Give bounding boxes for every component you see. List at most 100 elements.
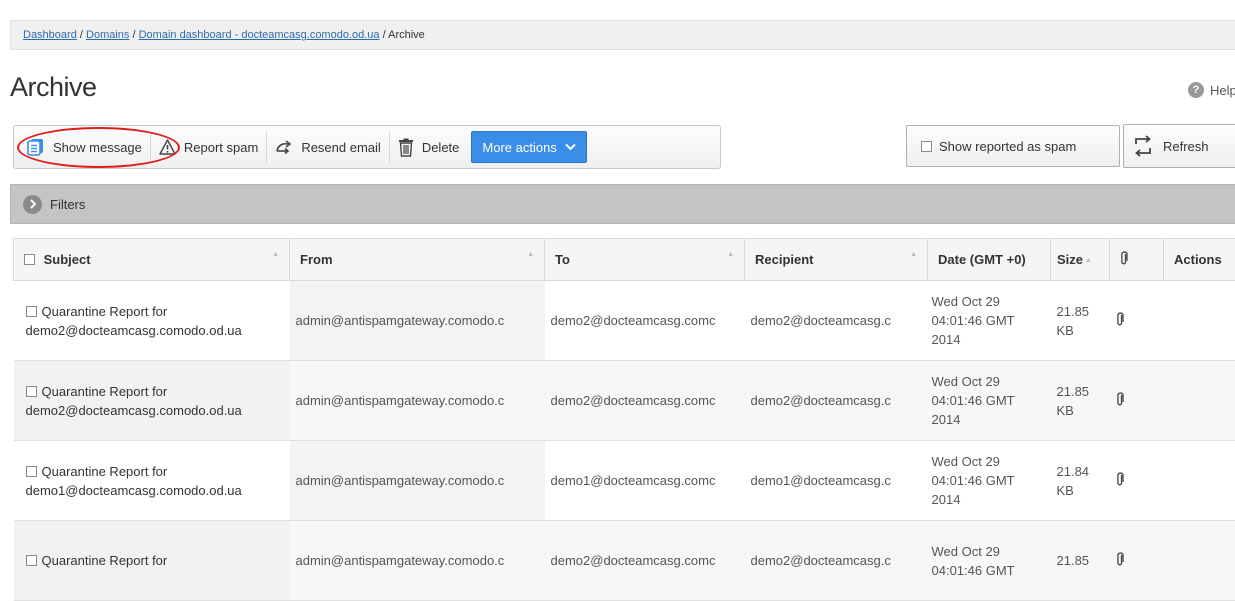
breadcrumb: Dashboard / Domains / Domain dashboard -… <box>10 20 1235 50</box>
size-unit: KB <box>1057 483 1074 498</box>
cell-to: demo2@docteamcasg.comc <box>545 281 745 361</box>
show-reported-spam-toggle[interactable]: Show reported as spam <box>906 125 1120 167</box>
column-header-date[interactable]: Date (GMT +0) <box>928 239 1051 281</box>
breadcrumb-separator: / <box>80 29 83 41</box>
sort-icon: ▲ <box>527 251 534 258</box>
help-label: Help <box>1210 83 1235 98</box>
cell-from: admin@antispamgateway.comodo.c <box>290 361 545 441</box>
breadcrumb-current: Archive <box>388 29 425 41</box>
column-label-date: Date (GMT +0) <box>938 252 1026 267</box>
subject-line-2: demo1@docteamcasg.comodo.od.ua <box>26 483 242 498</box>
column-header-size[interactable]: Size ▲ <box>1051 239 1110 281</box>
more-actions-label: More actions <box>482 140 556 155</box>
subject-line-2: demo2@docteamcasg.comodo.od.ua <box>26 403 242 418</box>
warning-icon <box>159 139 176 155</box>
date-line-3: 2014 <box>932 412 961 427</box>
column-header-actions: Actions <box>1164 239 1235 281</box>
date-line-2: 04:01:46 GMT <box>932 473 1015 488</box>
subject-line-1: Quarantine Report for <box>42 464 168 479</box>
archive-table: Subject ▲ From ▲ To ▲ Recipient ▲ Date (… <box>13 238 1235 601</box>
select-all-checkbox[interactable] <box>24 254 35 265</box>
cell-attachment[interactable] <box>1110 441 1164 521</box>
table-row[interactable]: Quarantine Report for demo2@docteamcasg.c… <box>14 281 1235 361</box>
cell-from: admin@antispamgateway.comodo.c <box>290 441 545 521</box>
size-value: 21.85 <box>1057 384 1090 399</box>
cell-actions <box>1164 361 1235 441</box>
paperclip-icon <box>1116 391 1124 407</box>
breadcrumb-link-domains[interactable]: Domains <box>86 29 129 41</box>
row-checkbox[interactable] <box>26 386 37 397</box>
sort-icon: ▲ <box>910 251 917 258</box>
breadcrumb-link-dashboard[interactable]: Dashboard <box>23 29 77 41</box>
date-line-1: Wed Oct 29 <box>932 374 1000 389</box>
cell-actions <box>1164 281 1235 361</box>
cell-to: demo2@docteamcasg.comc <box>545 361 745 441</box>
filters-bar[interactable]: Filters <box>10 184 1235 224</box>
breadcrumb-separator: / <box>132 29 135 41</box>
cell-subject: Quarantine Report for demo1@docteamcasg.c… <box>14 441 290 521</box>
show-message-label: Show message <box>53 140 142 155</box>
date-line-1: Wed Oct 29 <box>932 454 1000 469</box>
column-header-recipient[interactable]: Recipient ▲ <box>745 239 928 281</box>
help-icon: ? <box>1188 82 1204 98</box>
date-line-1: Wed Oct 29 <box>932 544 1000 559</box>
column-label-to: To <box>555 252 570 267</box>
page-title: Archive <box>10 72 97 103</box>
cell-attachment[interactable] <box>1110 361 1164 441</box>
cell-date: Wed Oct 29 04:01:46 GMT 2014 <box>928 441 1051 521</box>
date-line-1: Wed Oct 29 <box>932 294 1000 309</box>
subject-line-1: Quarantine Report for <box>42 384 168 399</box>
cell-to: demo1@docteamcasg.comc <box>545 441 745 521</box>
breadcrumb-link-domain-dashboard[interactable]: Domain dashboard - docteamcasg.comodo.od… <box>139 29 380 41</box>
column-header-from[interactable]: From ▲ <box>290 239 545 281</box>
chevron-down-icon <box>565 143 576 151</box>
table-header-row: Subject ▲ From ▲ To ▲ Recipient ▲ Date (… <box>14 239 1235 281</box>
row-checkbox[interactable] <box>26 466 37 477</box>
row-checkbox[interactable] <box>26 306 37 317</box>
filters-label: Filters <box>50 197 85 212</box>
cell-attachment[interactable] <box>1110 281 1164 361</box>
refresh-label: Refresh <box>1163 139 1209 154</box>
table-row[interactable]: Quarantine Report for demo2@docteamcasg.c… <box>14 361 1235 441</box>
sort-icon: ▲ <box>272 251 279 258</box>
message-icon <box>27 138 45 156</box>
cell-size: 21.84KB <box>1051 441 1110 521</box>
cell-recipient: demo1@docteamcasg.c <box>745 441 928 521</box>
help-link[interactable]: ? Help <box>1188 82 1235 98</box>
report-spam-label: Report spam <box>184 140 258 155</box>
column-label-size: Size <box>1057 252 1083 267</box>
paperclip-icon <box>1116 471 1124 487</box>
size-unit: KB <box>1057 403 1074 418</box>
table-row[interactable]: Quarantine Report for demo1@docteamcasg.c… <box>14 441 1235 521</box>
subject-line-2: demo2@docteamcasg.comodo.od.ua <box>26 323 242 338</box>
delete-button[interactable]: Delete <box>390 131 468 163</box>
cell-from: admin@antispamgateway.comodo.c <box>290 281 545 361</box>
refresh-button[interactable]: Refresh <box>1123 124 1235 168</box>
cell-recipient: demo2@docteamcasg.c <box>745 361 928 441</box>
size-unit: KB <box>1057 323 1074 338</box>
cell-size: 21.85 KB <box>1051 361 1110 441</box>
column-label-subject: Subject <box>44 252 91 267</box>
resend-email-label: Resend email <box>301 140 381 155</box>
more-actions-button[interactable]: More actions <box>471 131 586 163</box>
report-spam-button[interactable]: Report spam <box>151 131 267 163</box>
cell-date: Wed Oct 2904:01:46 GMT2014 <box>928 281 1051 361</box>
resend-email-button[interactable]: Resend email <box>267 131 390 163</box>
cell-subject: Quarantine Report for demo2@docteamcasg.c… <box>14 281 290 361</box>
subject-line-1: Quarantine Report for <box>42 304 168 319</box>
cell-recipient: demo2@docteamcasg.c <box>745 281 928 361</box>
sort-icon: ▲ <box>727 251 734 258</box>
paperclip-icon <box>1120 250 1128 266</box>
column-header-subject[interactable]: Subject ▲ <box>14 239 290 281</box>
date-line-3: 2014 <box>932 492 961 507</box>
trash-icon <box>398 138 414 157</box>
show-message-button[interactable]: Show message <box>19 131 151 163</box>
show-reported-spam-label: Show reported as spam <box>939 139 1076 154</box>
cell-subject: Quarantine Report for demo2@docteamcasg.c… <box>14 361 290 441</box>
refresh-icon <box>1131 135 1155 157</box>
show-reported-spam-checkbox[interactable] <box>921 141 932 152</box>
cell-date: Wed Oct 2904:01:46 GMT2014 <box>928 361 1051 441</box>
column-header-to[interactable]: To ▲ <box>545 239 745 281</box>
paperclip-icon <box>1116 551 1124 567</box>
column-label-actions: Actions <box>1174 252 1222 267</box>
